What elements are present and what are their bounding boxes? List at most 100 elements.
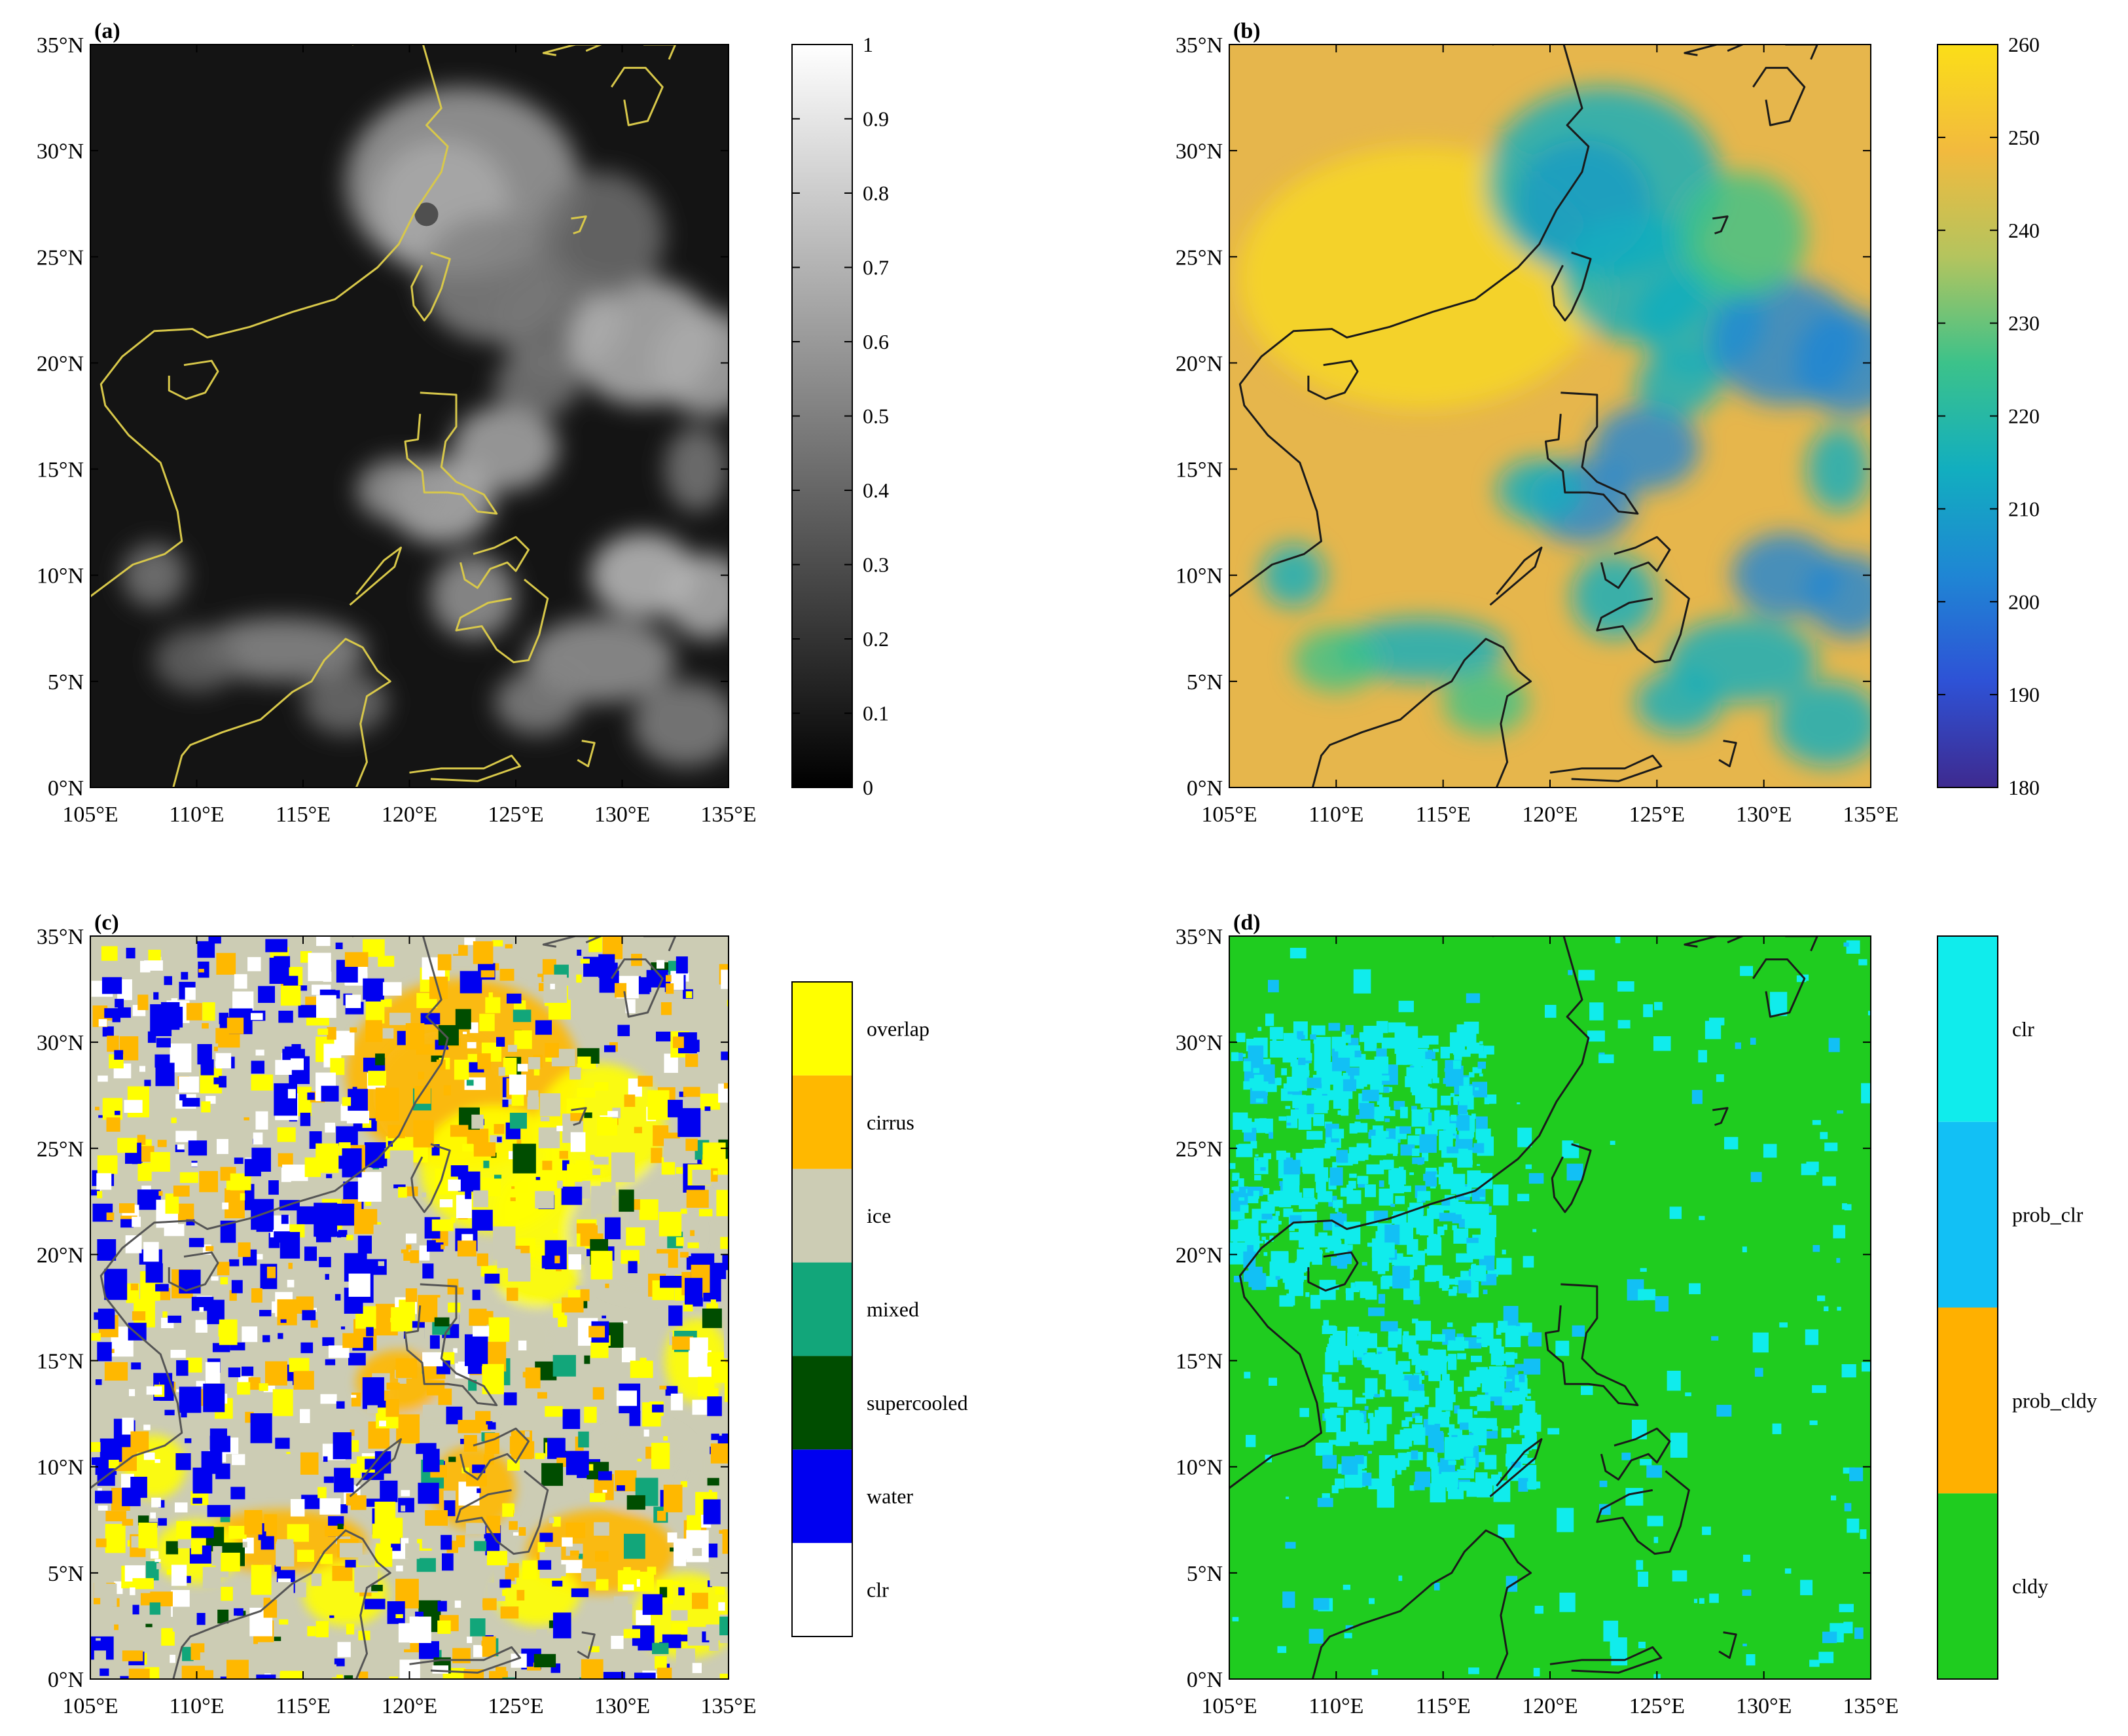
phase-pixel xyxy=(431,1219,454,1231)
clear-pixel xyxy=(1354,1455,1364,1464)
phase-pixel xyxy=(323,1476,334,1483)
colorbar-tick-label: 250 xyxy=(2008,126,2040,149)
phase-pixel xyxy=(221,1587,233,1601)
phase-pixel xyxy=(462,1144,473,1151)
clear-pixel xyxy=(1325,1137,1331,1144)
phase-pixel xyxy=(345,1559,356,1568)
clear-pixel xyxy=(1525,1164,1532,1169)
clear-pixel xyxy=(1434,1441,1445,1453)
phase-pixel xyxy=(516,1140,522,1144)
clear-pixel xyxy=(1243,1061,1252,1072)
phase-pixel xyxy=(124,1100,143,1113)
phase-pixel xyxy=(275,1438,290,1449)
clear-pixel xyxy=(1438,1413,1445,1419)
colorbar-tick-label: 1 xyxy=(863,33,873,56)
phase-pixel xyxy=(300,1112,311,1127)
phase-pixel xyxy=(325,1274,329,1280)
clear-pixel xyxy=(1258,1157,1267,1166)
x-tick-label: 130°E xyxy=(594,1694,650,1718)
clear-pixel xyxy=(1341,1107,1349,1116)
clear-pixel xyxy=(1581,1386,1593,1396)
phase-pixel xyxy=(562,1537,573,1547)
phase-pixel xyxy=(170,1654,175,1663)
clear-pixel xyxy=(1355,1281,1373,1291)
clear-pixel xyxy=(1702,1527,1711,1535)
clear-pixel xyxy=(1365,1378,1378,1397)
phase-pixel xyxy=(489,1671,508,1679)
y-tick-label: 10°N xyxy=(1176,564,1223,588)
phase-pixel xyxy=(707,1477,719,1486)
phase-pixel xyxy=(173,1185,190,1197)
phase-pixel xyxy=(185,987,196,1000)
clear-pixel xyxy=(1388,1336,1398,1348)
clear-pixel xyxy=(1449,1424,1455,1431)
clear-pixel xyxy=(1338,1045,1355,1058)
phase-pixel xyxy=(326,1174,333,1178)
clear-pixel xyxy=(1858,959,1867,966)
phase-pixel xyxy=(284,1046,300,1057)
phase-pixel xyxy=(118,1007,131,1018)
clear-pixel xyxy=(1526,1467,1534,1474)
clear-pixel xyxy=(1693,1599,1698,1603)
clear-pixel xyxy=(1432,1334,1445,1342)
phase-pixel xyxy=(374,1547,393,1567)
colorbar-swatch xyxy=(792,1449,852,1544)
phase-pixel xyxy=(175,1130,197,1142)
clear-pixel xyxy=(1345,1024,1354,1035)
clear-pixel xyxy=(1691,1090,1703,1104)
phase-pixel xyxy=(722,1255,729,1271)
clear-pixel xyxy=(1420,1088,1437,1108)
phase-pixel xyxy=(606,1125,611,1132)
clear-pixel xyxy=(1454,1341,1469,1349)
x-tick-label: 125°E xyxy=(1629,803,1685,827)
phase-pixel xyxy=(540,1116,550,1122)
phase-pixel xyxy=(713,1362,729,1383)
phase-pixel xyxy=(569,1067,581,1080)
phase-pixel xyxy=(422,1192,427,1197)
clear-pixel xyxy=(1356,1115,1361,1119)
phase-pixel xyxy=(97,1155,118,1174)
clear-pixel xyxy=(1332,1195,1337,1201)
clear-pixel xyxy=(1407,1239,1418,1255)
y-tick-label: 10°N xyxy=(37,564,84,588)
phase-pixel xyxy=(97,1239,117,1261)
clear-pixel xyxy=(1298,1116,1312,1130)
clear-pixel xyxy=(1460,1465,1466,1470)
clear-pixel xyxy=(1379,1180,1384,1187)
phase-pixel xyxy=(691,1593,708,1609)
clear-pixel xyxy=(1458,1280,1471,1293)
clear-pixel xyxy=(1843,942,1849,947)
clear-pixel xyxy=(1368,1307,1385,1316)
phase-pixel xyxy=(686,1530,709,1563)
phase-pixel xyxy=(232,991,254,1011)
clear-pixel xyxy=(1307,1103,1314,1115)
clear-pixel xyxy=(1474,1087,1479,1091)
phase-pixel xyxy=(486,1515,501,1534)
phase-pixel xyxy=(581,1659,604,1679)
phase-pixel xyxy=(122,1650,143,1661)
clear-pixel xyxy=(1231,1052,1239,1062)
clear-pixel xyxy=(1311,1236,1328,1248)
clear-pixel xyxy=(1724,1136,1739,1149)
clear-pixel xyxy=(1476,1164,1481,1166)
clear-pixel xyxy=(1367,1451,1372,1454)
phase-pixel xyxy=(525,1367,541,1388)
cloud-patch xyxy=(537,172,665,300)
clear-pixel xyxy=(1384,1224,1400,1245)
clear-pixel xyxy=(1496,1257,1512,1275)
clear-pixel xyxy=(1506,1352,1515,1365)
clear-pixel xyxy=(1301,1276,1307,1280)
colorbar-tick-label: 0.8 xyxy=(863,181,889,205)
phase-pixel xyxy=(405,1233,417,1244)
phase-pixel xyxy=(505,944,513,949)
phase-pixel xyxy=(594,1157,609,1165)
phase-pixel xyxy=(251,1148,271,1172)
clear-pixel xyxy=(1800,1580,1813,1595)
phase-pixel xyxy=(604,1217,621,1240)
phase-pixel xyxy=(316,1221,331,1242)
colorbar-category-label: prob_cldy xyxy=(2012,1388,2097,1412)
clear-pixel xyxy=(1306,1130,1323,1140)
phase-pixel xyxy=(674,1553,687,1566)
clear-pixel xyxy=(1425,1051,1435,1059)
clear-pixel xyxy=(1254,1175,1261,1181)
